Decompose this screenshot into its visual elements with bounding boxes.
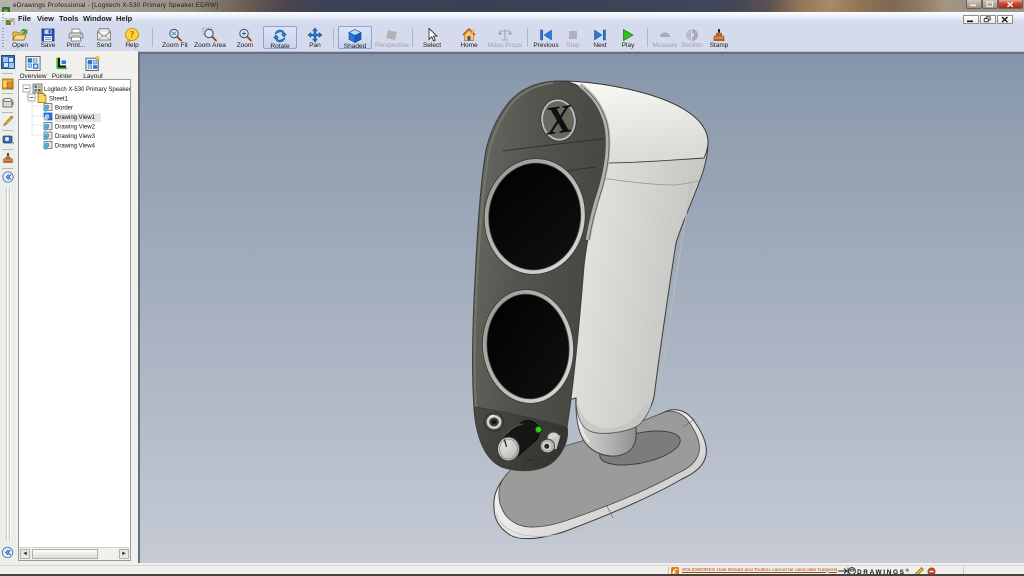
- svg-text:Drawing View3: Drawing View3: [55, 134, 96, 140]
- svg-text:Border: Border: [55, 106, 73, 112]
- svg-text:Sheet1: Sheet1: [49, 97, 69, 103]
- svg-text:?: ?: [130, 30, 135, 40]
- svg-text:Logitech X-530 Primary Speaker: Logitech X-530 Primary Speaker: [44, 87, 130, 93]
- svg-text:Drawing View1: Drawing View1: [55, 115, 96, 121]
- svg-text:Drawing View4: Drawing View4: [55, 144, 96, 150]
- svg-text:Drawing View2: Drawing View2: [55, 125, 96, 131]
